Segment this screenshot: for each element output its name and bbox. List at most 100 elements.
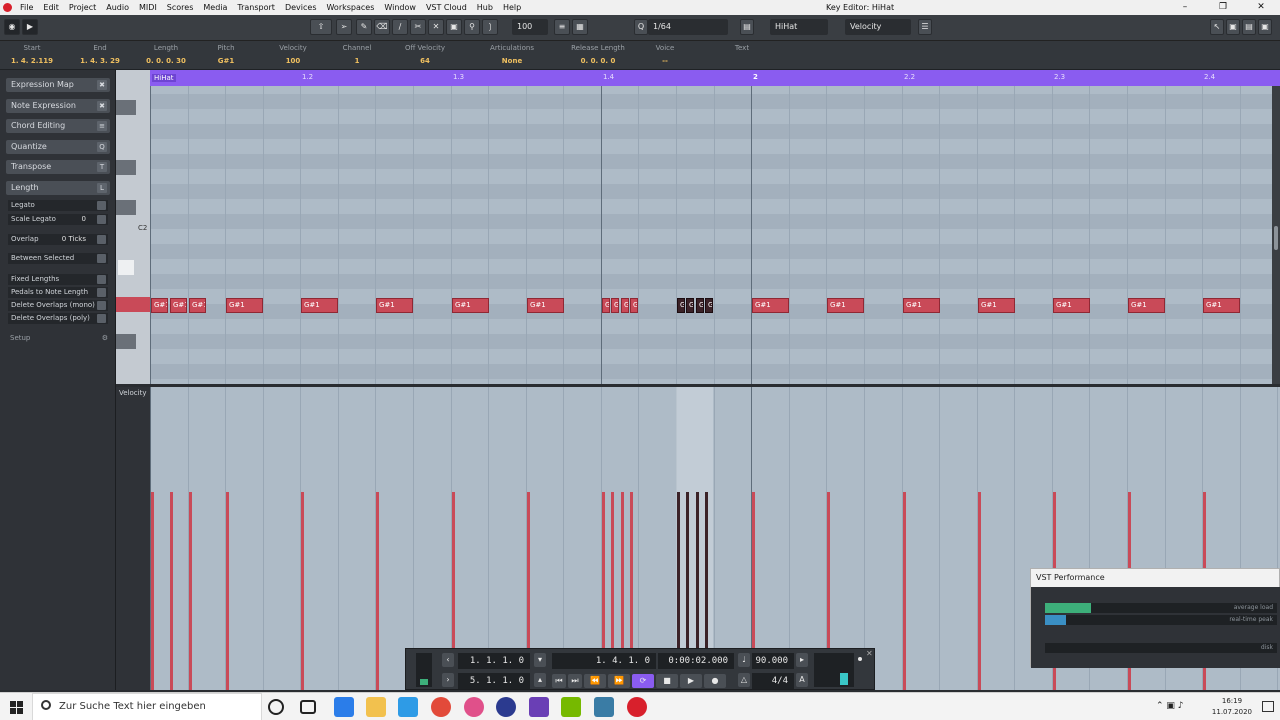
info-velocity[interactable]: Velocity 100 bbox=[258, 41, 328, 70]
midi-note[interactable]: G#1 bbox=[151, 298, 168, 313]
info-text[interactable]: Text bbox=[712, 41, 772, 70]
info-value-voice[interactable]: -- bbox=[640, 55, 690, 67]
inspector-setup[interactable]: Setup ⚙ bbox=[10, 334, 108, 342]
notification-icon[interactable] bbox=[1262, 701, 1274, 712]
panel-left-icon[interactable]: ▣ bbox=[1226, 19, 1240, 35]
play-icon[interactable]: ▶ bbox=[680, 674, 702, 688]
info-release-length[interactable]: Release Length 0. 0. 0. 0 bbox=[560, 41, 636, 70]
info-start[interactable]: Start 1. 4. 2.119 bbox=[4, 41, 60, 70]
apply-button-icon[interactable] bbox=[97, 301, 106, 310]
info-channel[interactable]: Channel 1 bbox=[322, 41, 392, 70]
length-row-value[interactable]: 0 Ticks bbox=[62, 234, 86, 245]
midi-note[interactable]: G#1 bbox=[376, 298, 413, 313]
velocity-bar[interactable] bbox=[903, 492, 906, 690]
menu-item-workspaces[interactable]: Workspaces bbox=[321, 0, 379, 15]
midi-note[interactable]: G#1 bbox=[827, 298, 864, 313]
length-row-delete-overlaps-poly[interactable]: Delete Overlaps (poly) bbox=[8, 313, 108, 324]
midi-note[interactable]: G#1 bbox=[1128, 298, 1165, 313]
black-key[interactable] bbox=[116, 200, 136, 215]
menu-item-vst-cloud[interactable]: VST Cloud bbox=[421, 0, 472, 15]
info-pitch[interactable]: Pitch G#1 bbox=[198, 41, 254, 70]
restore-icon[interactable]: ❐ bbox=[1204, 0, 1242, 15]
controller-lanes-icon[interactable]: ☰ bbox=[918, 19, 932, 35]
arrow-select-icon[interactable]: ⇧ bbox=[310, 19, 332, 35]
white-key-highlight[interactable] bbox=[118, 260, 134, 275]
inspector-section-transpose[interactable]: Transpose T bbox=[6, 160, 110, 175]
velocity-bar[interactable] bbox=[189, 492, 192, 690]
go-to-end-icon[interactable]: ⏭ bbox=[568, 674, 582, 688]
sync-icon[interactable]: ▸ bbox=[796, 653, 808, 667]
inspector-section-note-expression[interactable]: Note Expression ✖ bbox=[6, 98, 110, 113]
split-tool-icon[interactable]: ✂ bbox=[410, 19, 426, 35]
apply-button-icon[interactable] bbox=[97, 235, 106, 244]
tray-icons[interactable]: ⌃ ▣ ♪ bbox=[1156, 701, 1184, 711]
metronome-icon[interactable]: △ bbox=[738, 673, 750, 687]
inspector-section-expression-map[interactable]: Expression Map ✖ bbox=[6, 78, 110, 92]
panel-bottom-icon[interactable]: ▤ bbox=[1242, 19, 1256, 35]
midi-note[interactable]: G#1 bbox=[452, 298, 489, 313]
windows-start-icon[interactable] bbox=[0, 693, 32, 720]
midi-note[interactable]: G#1 bbox=[621, 298, 629, 313]
midi-note[interactable]: G#1 bbox=[527, 298, 564, 313]
midi-note[interactable]: G#1 bbox=[602, 298, 610, 313]
tempo-field[interactable]: 90.000 bbox=[752, 653, 794, 669]
info-value-end[interactable]: 1. 4. 3. 29 bbox=[72, 55, 128, 67]
info-value-length[interactable]: 0. 0. 0. 30 bbox=[138, 55, 194, 67]
midi-note[interactable]: G#1 bbox=[1203, 298, 1240, 313]
black-key[interactable] bbox=[116, 334, 136, 349]
midi-note[interactable]: G#1 bbox=[1053, 298, 1090, 313]
inspector-section-chord-editing[interactable]: Chord Editing ≡ bbox=[6, 119, 110, 134]
velocity-bar[interactable] bbox=[978, 492, 981, 690]
midi-note[interactable]: G#1 bbox=[752, 298, 789, 313]
controller-selector[interactable]: Velocity bbox=[845, 19, 911, 35]
length-row-pedals-to-note-length[interactable]: Pedals to Note Length bbox=[8, 287, 108, 298]
line-draw-icon[interactable]: ❳ bbox=[482, 19, 498, 35]
velocity-bar[interactable] bbox=[226, 492, 229, 690]
cubase-taskbar-icon[interactable] bbox=[627, 697, 647, 717]
menu-item-transport[interactable]: Transport bbox=[232, 0, 280, 15]
piano-keyboard[interactable]: C2 bbox=[116, 70, 150, 386]
autoscroll-icon[interactable]: ▶ bbox=[22, 19, 38, 35]
menu-item-help[interactable]: Help bbox=[498, 0, 526, 15]
midi-note[interactable]: G#1 bbox=[226, 298, 263, 313]
midi-note[interactable]: G#1 bbox=[170, 298, 187, 313]
midi-note[interactable]: G#1 bbox=[189, 298, 206, 313]
snap-icon[interactable]: ≡ bbox=[554, 19, 570, 35]
info-length[interactable]: Length 0. 0. 0. 30 bbox=[138, 41, 194, 70]
solo-editor-icon[interactable]: ◉ bbox=[4, 19, 20, 35]
tempo-track-icon[interactable]: ♩ bbox=[738, 653, 750, 667]
midi-note[interactable]: G#1 bbox=[978, 298, 1015, 313]
midi-note[interactable]: G#1 bbox=[705, 298, 713, 313]
apply-button-icon[interactable] bbox=[97, 288, 106, 297]
insert-velocity-field[interactable]: 100 bbox=[512, 19, 548, 35]
minimize-icon[interactable]: – bbox=[1166, 0, 1204, 15]
midi-note[interactable]: G#1 bbox=[686, 298, 694, 313]
left-locator-field[interactable]: 1. 1. 1. 0 bbox=[458, 653, 530, 669]
twitch-icon[interactable] bbox=[529, 697, 549, 717]
vst-performance-title[interactable]: VST Performance bbox=[1031, 569, 1279, 587]
menu-item-scores[interactable]: Scores bbox=[162, 0, 199, 15]
midi-note[interactable]: G#1 bbox=[301, 298, 338, 313]
length-row-overlap[interactable]: Overlap 0 Ticks bbox=[8, 234, 108, 245]
transpose-icon[interactable]: T bbox=[97, 162, 107, 173]
menu-item-project[interactable]: Project bbox=[64, 0, 101, 15]
velocity-bar[interactable] bbox=[151, 492, 154, 690]
inspector-section-length[interactable]: Length L bbox=[6, 181, 110, 195]
apply-button-icon[interactable] bbox=[97, 215, 106, 224]
info-voice[interactable]: Voice -- bbox=[640, 41, 690, 70]
black-key[interactable] bbox=[116, 160, 136, 175]
info-value-articulations[interactable]: None bbox=[472, 55, 552, 67]
app-icon-1[interactable] bbox=[334, 697, 354, 717]
apply-button-icon[interactable] bbox=[97, 254, 106, 263]
info-value-pitch[interactable]: G#1 bbox=[198, 55, 254, 67]
info-value-velocity[interactable]: 100 bbox=[258, 55, 328, 67]
object-select-icon[interactable]: ➢ bbox=[336, 19, 352, 35]
inspector-section-quantize[interactable]: Quantize Q bbox=[6, 139, 110, 154]
length-row-legato[interactable]: Legato bbox=[8, 200, 108, 211]
window-layout-icon[interactable]: ↖ bbox=[1210, 19, 1224, 35]
cycle-icon[interactable]: ⟳ bbox=[632, 674, 654, 688]
midi-note[interactable]: G#1 bbox=[696, 298, 704, 313]
click-icon[interactable]: A bbox=[796, 673, 808, 687]
menu-item-edit[interactable]: Edit bbox=[38, 0, 64, 15]
menu-item-devices[interactable]: Devices bbox=[280, 0, 322, 15]
